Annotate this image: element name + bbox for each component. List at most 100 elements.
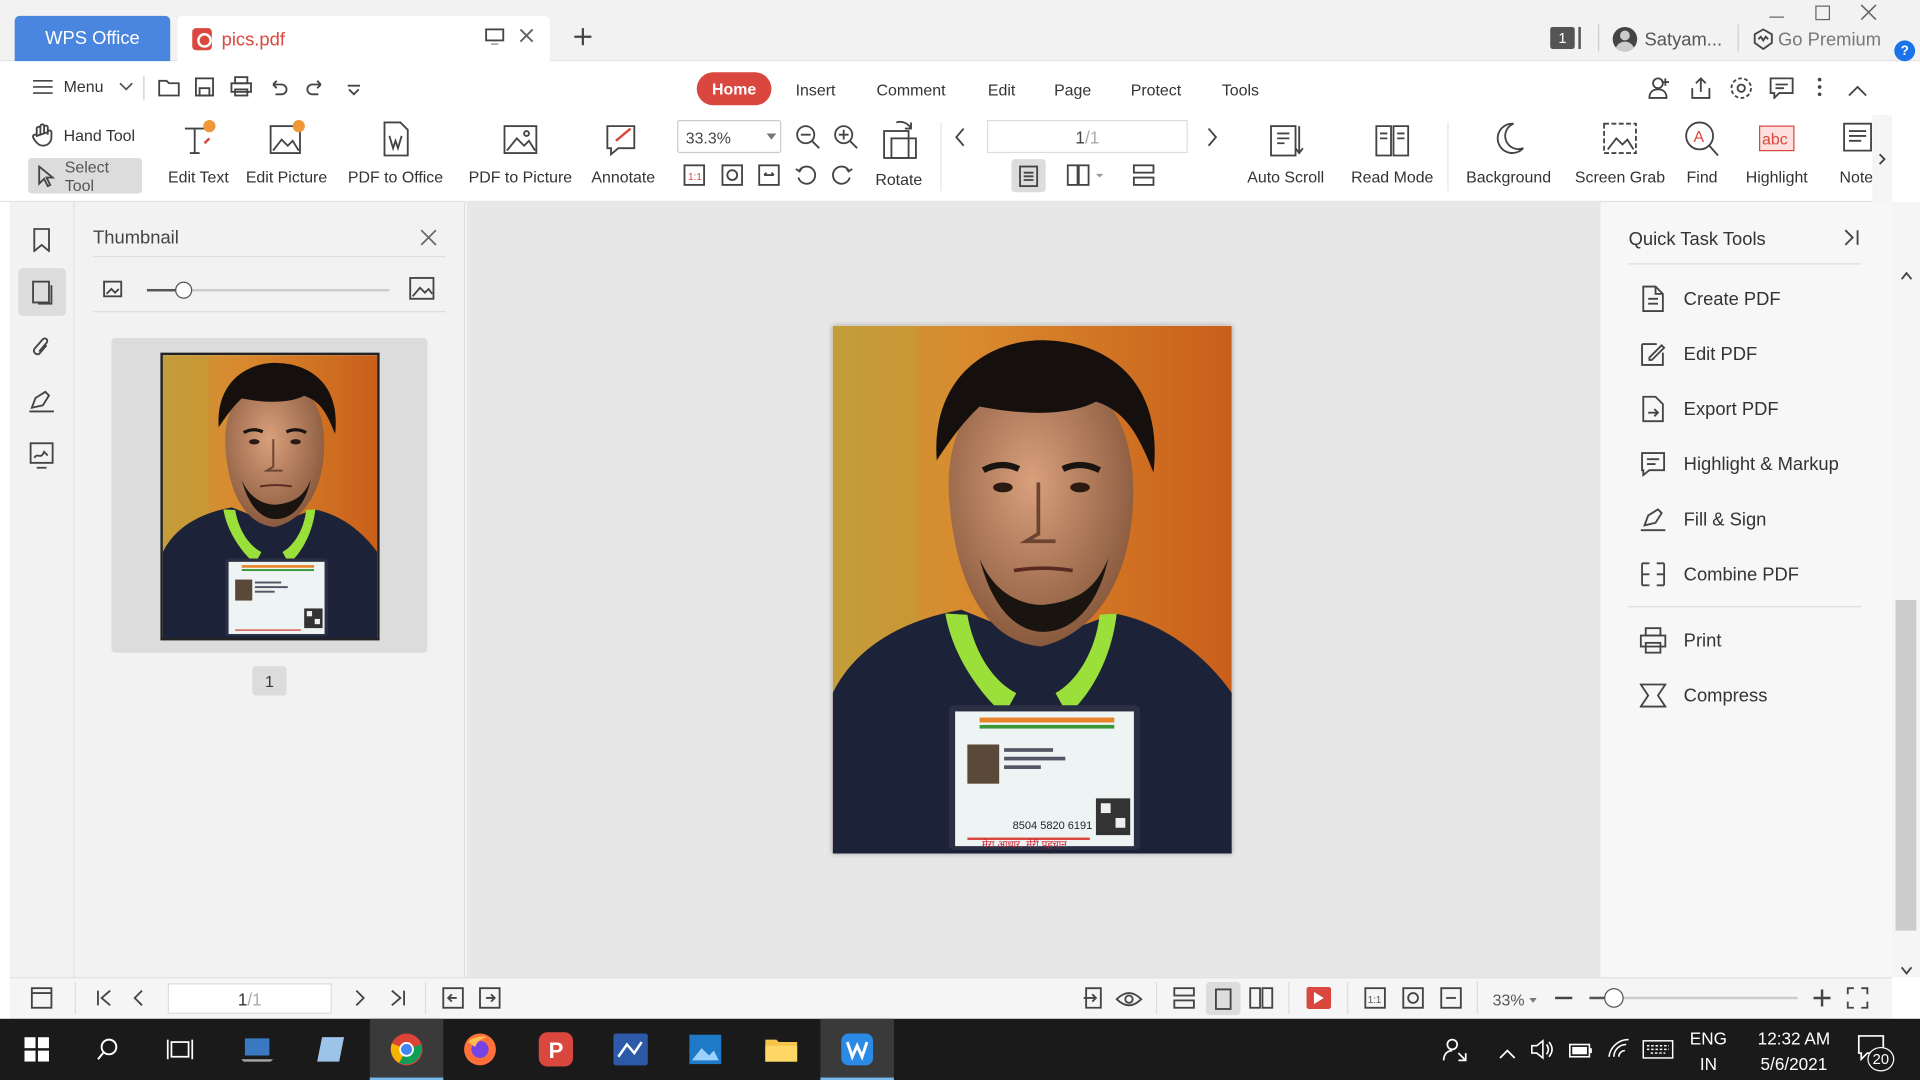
collapse-ribbon-icon[interactable] [1848,81,1868,103]
back-view-icon[interactable] [442,987,464,1015]
print-item[interactable]: Print [1639,627,1721,654]
taskbar-file-explorer[interactable] [744,1019,817,1080]
screen-grab-button[interactable]: Screen Grab [1572,119,1668,186]
taskbar-firefox[interactable] [443,1019,516,1080]
zoom-out-button[interactable] [1555,996,1573,1000]
tab-wps-office[interactable]: WPS Office [14,15,171,62]
user-name[interactable]: Satyam... [1645,29,1723,50]
task-view-button[interactable] [143,1019,216,1080]
tab-pics-pdf[interactable]: pics.pdf [177,15,550,63]
menu-button[interactable]: Menu [32,77,133,96]
print-icon[interactable] [230,76,252,103]
small-image-icon[interactable] [103,279,123,305]
ribbon-scroll-right[interactable] [1872,115,1892,203]
attachment-icon[interactable] [29,336,51,367]
float-window-icon[interactable] [485,28,505,50]
sidebar-toggle-icon[interactable] [30,987,53,1015]
bookmark-icon[interactable] [32,228,52,259]
forward-view-icon[interactable] [479,987,501,1015]
zoom-in-icon[interactable] [833,124,860,157]
close-panel-icon[interactable] [420,229,437,252]
window-count-badge[interactable]: 1 [1550,26,1575,49]
zoom-out-icon[interactable] [795,124,822,157]
wifi-icon[interactable] [1607,1037,1631,1065]
zoom-slider[interactable] [1589,988,1798,1008]
single-page-mode-button[interactable] [1206,982,1241,1016]
minimize-icon[interactable] [1768,4,1785,27]
zoom-dropdown[interactable]: 33% [1493,991,1537,1009]
continuous-page-icon[interactable] [1173,987,1195,1015]
prev-page-icon[interactable] [954,127,966,153]
rotate-right-icon[interactable] [831,164,853,192]
tab-comment[interactable]: Comment [869,73,952,105]
find-button[interactable]: A Find [1678,119,1727,186]
select-tool-button[interactable]: Select Tool [28,157,143,194]
zoom-slider-knob[interactable] [1604,988,1624,1008]
sign-icon[interactable] [28,388,55,419]
tab-insert[interactable]: Insert [786,73,845,105]
edit-text-button[interactable]: Edit Text [164,119,233,186]
tab-edit[interactable]: Edit [980,73,1024,105]
search-button[interactable] [71,1019,144,1080]
scroll-up-icon[interactable] [1900,271,1913,281]
vertical-scrollbar[interactable] [1891,202,1920,978]
taskbar-app-laptop[interactable] [220,1019,293,1080]
eye-care-icon[interactable] [1115,987,1143,1015]
taskbar-wps-pdf[interactable]: P [519,1019,592,1080]
taskbar-chrome[interactable] [369,1018,444,1080]
fit-page-status-icon[interactable] [1402,987,1424,1015]
actual-size-status-icon[interactable]: 1:1 [1364,987,1386,1015]
settings-icon[interactable] [1729,76,1753,107]
new-tab-icon[interactable] [572,26,594,54]
export-view-icon[interactable] [1082,987,1104,1015]
status-page-input[interactable]: 1/1 [167,983,332,1014]
tab-home[interactable]: Home [696,72,772,106]
next-page-icon[interactable] [1206,127,1218,153]
read-mode-button[interactable]: Read Mode [1347,119,1438,186]
edit-picture-button[interactable]: Edit Picture [242,119,330,186]
close-tab-icon[interactable] [518,27,535,49]
thumbnail-panel-button[interactable] [18,268,67,316]
rotate-left-icon[interactable] [795,164,817,192]
large-image-icon[interactable] [409,277,435,308]
battery-icon[interactable] [1569,1042,1593,1064]
next-page-icon[interactable] [354,989,366,1012]
combine-pdf-item[interactable]: Combine PDF [1640,561,1799,588]
thumbnail-size-slider[interactable] [146,281,390,299]
people-icon[interactable] [1441,1036,1468,1069]
share-icon[interactable] [1689,76,1713,107]
tab-page[interactable]: Page [1048,73,1097,105]
input-language[interactable]: ENG IN [1690,1026,1727,1077]
taskbar-photos[interactable] [669,1019,742,1080]
scrollbar-thumb[interactable] [1895,600,1917,931]
actual-size-icon[interactable]: 1:1 [683,164,706,192]
notification-center[interactable]: 20 [1857,1035,1895,1072]
fullscreen-icon[interactable] [1846,987,1869,1015]
collapse-panel-icon[interactable] [1843,229,1860,252]
annotate-button[interactable]: Annotate [588,119,659,186]
open-folder-icon[interactable] [158,77,180,103]
maximize-icon[interactable] [1815,4,1832,27]
play-slideshow-button[interactable] [1306,986,1332,1009]
page-number-input[interactable]: 1/1 [986,120,1188,154]
zoom-select[interactable]: 33.3% [677,120,782,154]
export-pdf-item[interactable]: Export PDF [1640,395,1779,423]
zoom-in-button[interactable] [1813,989,1831,1012]
edit-pdf-item[interactable]: Edit PDF [1640,340,1757,367]
background-button[interactable]: Background [1457,119,1560,186]
feedback-icon[interactable] [1769,77,1794,105]
customize-chevron-icon[interactable] [347,81,362,103]
hand-tool-button[interactable]: Hand Tool [31,122,135,147]
fill-sign-item[interactable]: Fill & Sign [1640,506,1766,533]
fit-width-icon[interactable] [758,164,780,192]
share-user-icon[interactable] [1647,76,1671,107]
dual-page-icon[interactable] [1249,987,1274,1015]
slider-knob[interactable] [175,281,193,299]
last-page-icon[interactable] [389,989,406,1012]
rotate-button[interactable]: Rotate [869,119,928,189]
pdf-to-picture-button[interactable]: PDF to Picture [465,119,575,186]
first-page-icon[interactable] [96,989,113,1012]
help-icon[interactable]: ? [1894,40,1916,62]
tab-tools[interactable]: Tools [1216,73,1265,105]
thumbnail-item[interactable] [111,337,428,653]
